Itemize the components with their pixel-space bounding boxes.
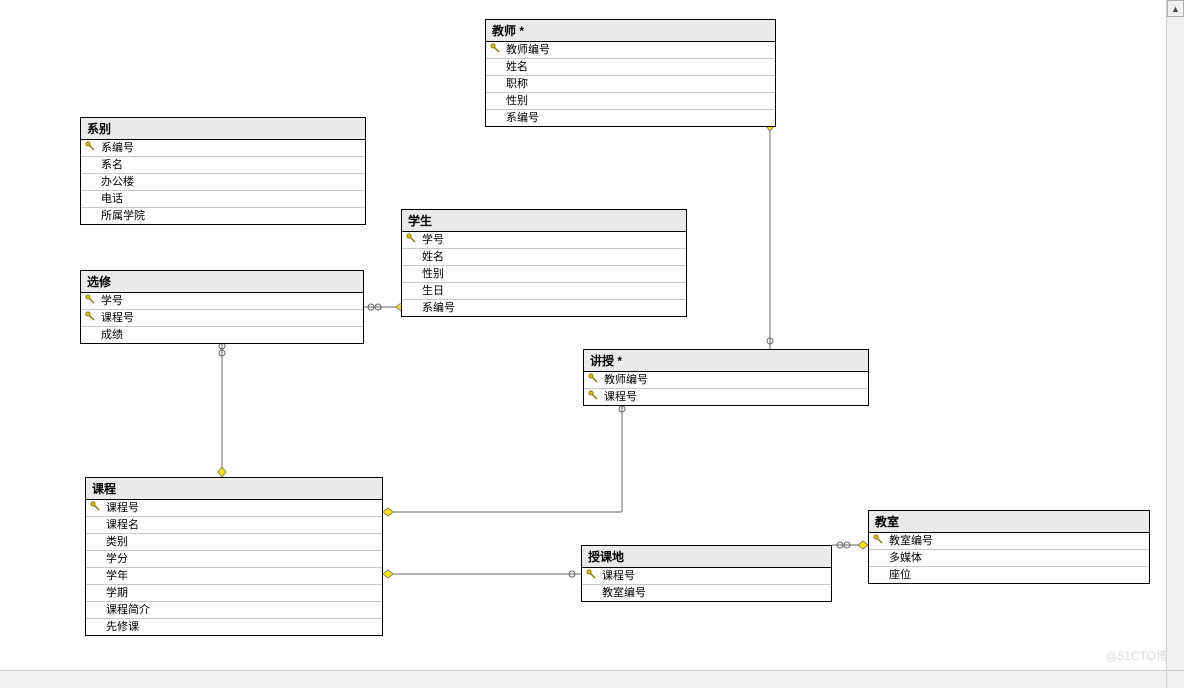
entity-venue[interactable]: 授课地 课程号 教室编号	[581, 545, 832, 602]
entity-title: 讲授 *	[584, 350, 868, 372]
field-label: 教室编号	[602, 587, 646, 599]
field-label: 生日	[422, 285, 444, 297]
field-row: 姓名	[402, 249, 686, 266]
key-icon	[85, 141, 97, 153]
field-row: 课程号	[582, 568, 831, 585]
field-label: 姓名	[422, 251, 444, 263]
entity-title: 选修	[81, 271, 363, 293]
field-label: 多媒体	[889, 552, 922, 564]
field-row: 座位	[869, 567, 1149, 583]
field-row: 系编号	[486, 110, 775, 126]
field-label: 电话	[101, 193, 123, 205]
field-label: 课程号	[602, 570, 635, 582]
entity-classroom[interactable]: 教室 教室编号 多媒体 座位	[868, 510, 1150, 584]
field-label: 学号	[422, 234, 444, 246]
field-label: 课程名	[106, 519, 139, 531]
field-label: 系编号	[101, 142, 134, 154]
field-label: 教师编号	[506, 44, 550, 56]
key-icon	[90, 501, 102, 513]
entity-department[interactable]: 系别 系编号 系名 办公楼 电话 所属学院	[80, 117, 366, 225]
entity-elective[interactable]: 选修 学号 课程号 成绩	[80, 270, 364, 344]
field-row: 类别	[86, 534, 382, 551]
field-row: 课程简介	[86, 602, 382, 619]
field-label: 学号	[101, 295, 123, 307]
field-label: 所属学院	[101, 210, 145, 222]
field-label: 课程号	[106, 502, 139, 514]
field-label: 类别	[106, 536, 128, 548]
field-row: 学期	[86, 585, 382, 602]
field-row: 系名	[81, 157, 365, 174]
field-row: 系编号	[81, 140, 365, 157]
field-label: 姓名	[506, 61, 528, 73]
field-row: 学分	[86, 551, 382, 568]
entity-lecture[interactable]: 讲授 * 教师编号 课程号	[583, 349, 869, 406]
field-row: 系编号	[402, 300, 686, 316]
scroll-up-button[interactable]: ▲	[1167, 0, 1184, 17]
field-row: 先修课	[86, 619, 382, 635]
field-row: 课程号	[81, 310, 363, 327]
key-icon	[588, 373, 600, 385]
field-row: 办公楼	[81, 174, 365, 191]
field-label: 办公楼	[101, 176, 134, 188]
entity-title: 课程	[86, 478, 382, 500]
entity-student[interactable]: 学生 学号 姓名 性别 生日 系编号	[401, 209, 687, 317]
field-row: 教师编号	[584, 372, 868, 389]
entity-title: 授课地	[582, 546, 831, 568]
field-label: 学期	[106, 587, 128, 599]
entity-title: 教室	[869, 511, 1149, 533]
field-label: 学年	[106, 570, 128, 582]
key-icon	[406, 233, 418, 245]
field-row: 性别	[402, 266, 686, 283]
entity-title: 学生	[402, 210, 686, 232]
field-label: 教师编号	[604, 374, 648, 386]
field-row: 教师编号	[486, 42, 775, 59]
field-row: 学年	[86, 568, 382, 585]
field-row: 教室编号	[582, 585, 831, 601]
field-row: 性别	[486, 93, 775, 110]
field-row: 所属学院	[81, 208, 365, 224]
field-label: 性别	[506, 95, 528, 107]
erd-canvas[interactable]: 教师 * 教师编号 姓名 职称 性别 系编号 系别 系编号 系名 办公楼 电话 …	[0, 0, 1184, 688]
field-row: 学号	[81, 293, 363, 310]
field-label: 先修课	[106, 621, 139, 633]
field-row: 姓名	[486, 59, 775, 76]
field-label: 系名	[101, 159, 123, 171]
field-label: 学分	[106, 553, 128, 565]
field-label: 成绩	[101, 329, 123, 341]
field-row: 多媒体	[869, 550, 1149, 567]
field-label: 课程号	[604, 391, 637, 403]
field-label: 系编号	[422, 302, 455, 314]
field-label: 课程号	[101, 312, 134, 324]
field-row: 生日	[402, 283, 686, 300]
field-row: 成绩	[81, 327, 363, 343]
field-label: 性别	[422, 268, 444, 280]
field-row: 学号	[402, 232, 686, 249]
key-icon	[490, 43, 502, 55]
entity-teacher[interactable]: 教师 * 教师编号 姓名 职称 性别 系编号	[485, 19, 776, 127]
field-row: 课程号	[86, 500, 382, 517]
field-label: 课程简介	[106, 604, 150, 616]
entity-course[interactable]: 课程 课程号 课程名 类别 学分 学年 学期 课程简介 先修课	[85, 477, 383, 636]
key-icon	[588, 390, 600, 402]
key-icon	[586, 569, 598, 581]
field-row: 课程名	[86, 517, 382, 534]
field-row: 电话	[81, 191, 365, 208]
key-icon	[85, 294, 97, 306]
entity-title: 教师 *	[486, 20, 775, 42]
key-icon	[873, 534, 885, 546]
scroll-corner	[1166, 670, 1184, 688]
vertical-scrollbar[interactable]: ▲ ▼	[1166, 0, 1184, 688]
horizontal-scrollbar[interactable]	[0, 670, 1167, 688]
field-label: 职称	[506, 78, 528, 90]
field-row: 职称	[486, 76, 775, 93]
field-label: 系编号	[506, 112, 539, 124]
entity-title: 系别	[81, 118, 365, 140]
field-label: 教室编号	[889, 535, 933, 547]
field-label: 座位	[889, 569, 911, 581]
field-row: 教室编号	[869, 533, 1149, 550]
scroll-track[interactable]	[1167, 17, 1184, 671]
key-icon	[85, 311, 97, 323]
field-row: 课程号	[584, 389, 868, 405]
